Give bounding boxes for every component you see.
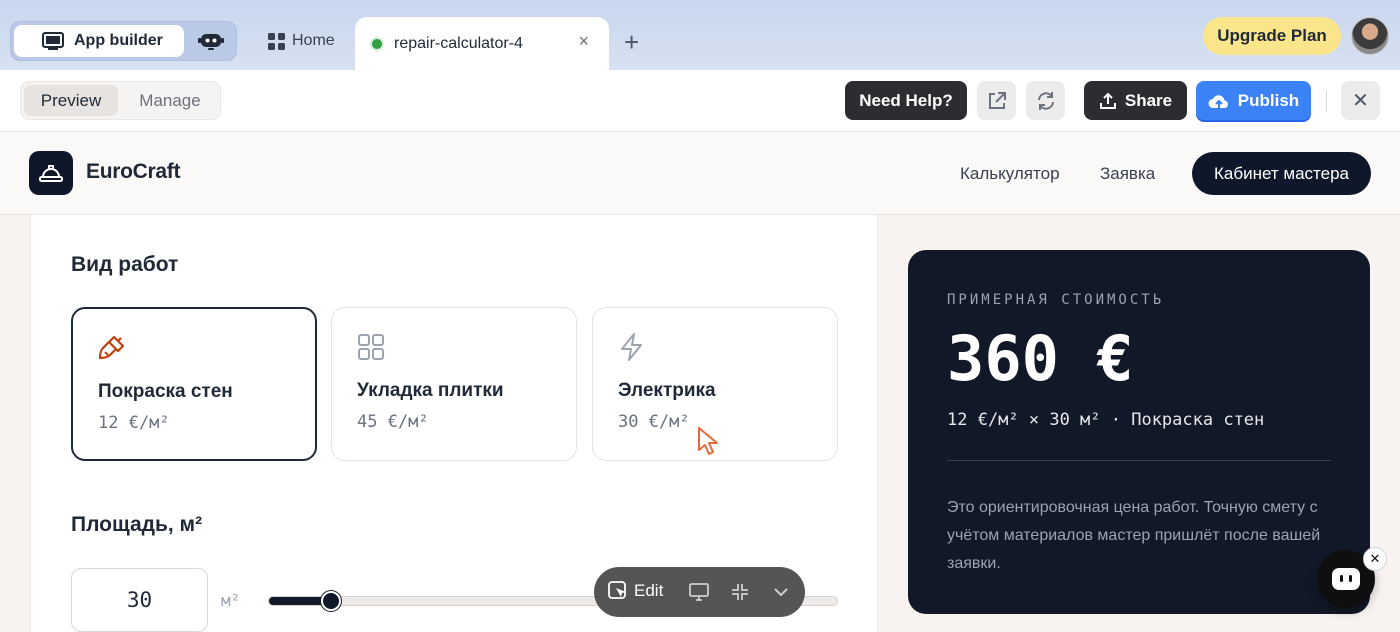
browser-tab-bar: App builder Home repair-calculator-4 × + [0, 0, 1400, 70]
estimate-note: Это ориентировочная цена работ. Точную с… [947, 499, 1321, 572]
work-option-price: 45 €/м² [357, 412, 429, 432]
nav-request-link[interactable]: Заявка [1100, 164, 1155, 184]
toolbar-divider [1326, 90, 1327, 112]
work-option-painting[interactable]: Покраска стен 12 €/м² [71, 307, 317, 461]
tab-home-label: Home [292, 32, 335, 49]
builder-toolbar: Preview Manage Need Help? Share Publish [0, 70, 1400, 132]
external-link-icon [988, 91, 1006, 109]
collapse-button[interactable] [729, 581, 751, 603]
avatar[interactable] [1351, 17, 1389, 55]
more-options-button[interactable] [770, 581, 792, 603]
monitor-icon [42, 32, 64, 50]
robot-icon [198, 34, 224, 50]
paint-brush-icon [98, 335, 125, 360]
work-option-price: 12 €/м² [98, 413, 170, 433]
close-preview-button[interactable]: ✕ [1341, 81, 1380, 120]
share-button[interactable]: Share [1084, 81, 1187, 120]
refresh-icon [1037, 91, 1054, 110]
close-tab-icon[interactable]: × [578, 31, 589, 52]
edit-button[interactable]: Edit [608, 581, 663, 601]
logo[interactable] [29, 151, 73, 195]
estimate-value: 360 € [947, 322, 1134, 395]
edit-label: Edit [634, 581, 664, 600]
work-option-price: 30 €/м² [618, 412, 690, 432]
area-input[interactable]: 30 [71, 568, 208, 632]
desktop-view-button[interactable] [688, 581, 710, 603]
need-help-button[interactable]: Need Help? [845, 81, 967, 120]
open-external-button[interactable] [977, 81, 1016, 120]
tab-repair-calculator-label: repair-calculator-4 [394, 34, 523, 52]
grid-icon [358, 334, 384, 360]
app-header: EuroCraft Калькулятор Заявка Кабинет мас… [0, 132, 1400, 215]
estimate-divider [947, 460, 1331, 461]
area-unit: м² [221, 591, 241, 610]
work-option-name: Электрика [618, 380, 716, 401]
upgrade-plan-button[interactable]: Upgrade Plan [1203, 17, 1341, 55]
mouse-cursor-icon [698, 427, 718, 455]
work-type-title: Вид работ [71, 253, 179, 276]
ai-assistant-button[interactable] [191, 26, 231, 56]
minimize-icon [732, 584, 748, 600]
estimate-label: ПРИМЕРНАЯ СТОИМОСТЬ [947, 292, 1165, 308]
app-builder-group: App builder [10, 21, 237, 61]
work-option-tiling[interactable]: Укладка плитки 45 €/м² [331, 307, 577, 461]
preview-tab[interactable]: Preview [24, 85, 118, 116]
share-label: Share [1124, 90, 1173, 110]
tab-repair-calculator[interactable]: repair-calculator-4 × [355, 17, 609, 70]
chevron-down-icon [774, 588, 788, 597]
estimate-formula: 12 €/м² × 30 м² · Покраска стен [947, 410, 1265, 430]
cloud-upload-icon [1208, 94, 1228, 109]
work-option-name: Покраска стен [98, 381, 233, 402]
area-title: Площадь, м² [71, 513, 203, 536]
upload-icon [1099, 92, 1116, 109]
tab-home[interactable]: Home [268, 28, 335, 54]
floating-edit-toolbar: Edit [594, 567, 805, 617]
close-chat-icon[interactable]: ✕ [1363, 547, 1387, 571]
view-mode-switch: Preview Manage [20, 81, 221, 120]
app-builder-label: App builder [74, 32, 163, 49]
estimate-panel: ПРИМЕРНАЯ СТОИМОСТЬ 360 € 12 €/м² × 30 м… [908, 250, 1370, 614]
app-builder-button[interactable]: App builder [14, 25, 184, 57]
nav-calculator-link[interactable]: Калькулятор [960, 164, 1060, 184]
publish-label: Publish [1237, 90, 1300, 110]
publish-button[interactable]: Publish [1196, 81, 1311, 120]
hard-hat-icon [39, 165, 63, 182]
work-option-name: Укладка плитки [357, 380, 504, 401]
master-cabinet-button[interactable]: Кабинет мастера [1192, 152, 1371, 195]
lightning-icon [621, 333, 642, 361]
new-tab-button[interactable]: + [624, 27, 639, 57]
brand-name: EuroCraft [86, 160, 181, 183]
area-slider-thumb[interactable] [321, 591, 342, 611]
manage-tab[interactable]: Manage [121, 85, 219, 116]
grid-icon [268, 32, 285, 50]
chat-bot-icon [1332, 568, 1360, 590]
monitor-icon [689, 583, 709, 601]
cursor-select-icon [608, 581, 626, 599]
status-dot [372, 38, 382, 49]
refresh-button[interactable] [1026, 81, 1065, 120]
